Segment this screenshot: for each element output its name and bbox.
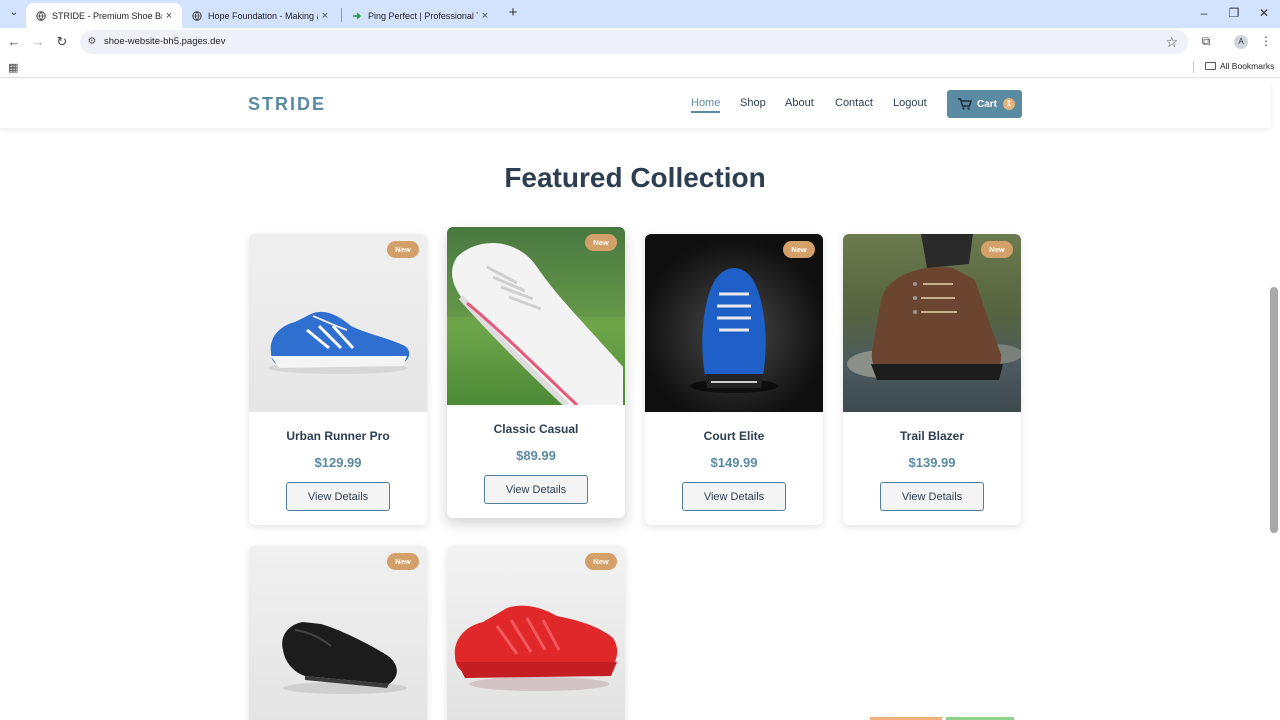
all-bookmarks-label: All Bookmarks <box>1220 61 1275 71</box>
globe-icon <box>36 10 46 21</box>
new-badge: New <box>387 553 419 570</box>
view-details-button[interactable]: View Details <box>484 475 588 504</box>
nav-about[interactable]: About <box>785 97 814 109</box>
new-badge: New <box>585 234 617 251</box>
tab-title: STRIDE - Premium Shoe Brand <box>52 10 162 21</box>
product-price: $89.99 <box>516 448 556 463</box>
cart-icon <box>958 98 972 110</box>
url-text: shoe-website-bh5.pages.dev <box>104 36 226 47</box>
product-image[interactable] <box>843 234 1021 412</box>
minimize-icon[interactable]: – <box>1197 6 1211 20</box>
restore-icon[interactable]: ❐ <box>1227 6 1241 20</box>
new-badge: New <box>387 241 419 258</box>
view-details-button[interactable]: View Details <box>286 482 390 511</box>
tab-title: Ping Perfect | Professional Train <box>368 10 478 21</box>
extensions-puzzle-icon[interactable]: ⧉ <box>1198 34 1214 49</box>
tab-search-chevron-icon[interactable]: ⌄ <box>6 5 22 21</box>
nav-home[interactable]: Home <box>691 97 721 113</box>
browser-tab-hope[interactable]: Hope Foundation - Making a Di × <box>182 3 338 28</box>
product-image[interactable] <box>249 546 427 720</box>
cart-button[interactable]: Cart 1 <box>947 90 1022 118</box>
close-tab-icon[interactable]: × <box>318 10 332 22</box>
section-title: Featured Collection <box>504 162 766 193</box>
browser-tab-ping[interactable]: Ping Perfect | Professional Train × <box>342 3 498 28</box>
product-name: Classic Casual <box>493 422 579 436</box>
profile-avatar[interactable]: A <box>1234 35 1248 49</box>
new-badge: New <box>585 553 617 570</box>
arrow-favicon-icon <box>352 11 362 21</box>
site-settings-icon[interactable]: ⚙ <box>86 36 98 48</box>
view-details-button[interactable]: View Details <box>880 482 984 511</box>
all-bookmarks-button[interactable]: All Bookmarks <box>1205 61 1274 71</box>
product-name: Court Elite <box>703 429 765 443</box>
back-arrow-icon[interactable]: ← <box>6 34 22 50</box>
more-menu-icon[interactable]: ⋮ <box>1258 34 1274 48</box>
product-card[interactable]: New <box>249 546 427 720</box>
product-price: $149.99 <box>710 455 758 470</box>
product-image[interactable] <box>447 227 625 405</box>
browser-toolbar: ← → ↻ ⚙ shoe-website-bh5.pages.dev ☆ ⧉ ⋮ <box>0 28 1280 56</box>
view-details-button[interactable]: View Details <box>682 482 786 511</box>
forward-arrow-icon[interactable]: → <box>30 34 46 50</box>
nav-shop[interactable]: Shop <box>740 97 766 109</box>
close-window-icon[interactable]: ✕ <box>1257 6 1271 20</box>
nav-contact[interactable]: Contact <box>835 97 873 109</box>
apps-grid-icon[interactable]: ▦ <box>8 61 18 74</box>
site-header: STRIDE Home Shop About Contact Logout Ca… <box>0 80 1270 128</box>
new-tab-plus-icon[interactable]: + <box>505 5 521 21</box>
nav-logout[interactable]: Logout <box>893 97 927 109</box>
cart-count-badge: 1 <box>1003 98 1016 110</box>
bookmark-divider <box>1193 61 1194 73</box>
folder-icon <box>1205 62 1216 70</box>
product-card[interactable]: New Classic Casual $89.99 View Details <box>447 227 625 518</box>
cart-label: Cart <box>977 98 998 110</box>
product-price: $129.99 <box>314 455 362 470</box>
page-viewport: STRIDE Home Shop About Contact Logout Ca… <box>0 80 1280 720</box>
globe-icon <box>192 10 202 21</box>
address-bar[interactable]: ⚙ shoe-website-bh5.pages.dev ☆ <box>80 30 1188 54</box>
product-name: Urban Runner Pro <box>286 429 390 443</box>
product-card[interactable]: New <box>447 546 625 720</box>
product-card[interactable]: New Court Elite $149.99 View Details <box>645 234 823 525</box>
new-badge: New <box>981 241 1013 258</box>
browser-tabstrip: ⌄ STRIDE - Premium Shoe Brand × Hope Fou… <box>0 0 1280 28</box>
reload-icon[interactable]: ↻ <box>54 34 70 50</box>
tab-title: Hope Foundation - Making a Di <box>208 10 318 21</box>
product-card[interactable]: New Trail Blazer $139.99 View Details <box>843 234 1021 525</box>
product-name: Trail Blazer <box>899 429 965 443</box>
product-image[interactable] <box>645 234 823 412</box>
browser-tab-stride[interactable]: STRIDE - Premium Shoe Brand × <box>26 3 182 28</box>
product-image[interactable] <box>447 546 625 720</box>
bookmarks-bar: ▦ All Bookmarks <box>0 56 1280 78</box>
new-badge: New <box>783 241 815 258</box>
page-scrollbar[interactable] <box>1270 287 1278 533</box>
product-price: $139.99 <box>908 455 956 470</box>
product-card[interactable]: New Urban Runner Pro $129.99 View Detail… <box>249 234 427 525</box>
close-tab-icon[interactable]: × <box>478 10 492 22</box>
product-image[interactable] <box>249 234 427 412</box>
close-tab-icon[interactable]: × <box>162 10 176 22</box>
site-logo[interactable]: STRIDE <box>248 94 326 115</box>
bookmark-star-icon[interactable]: ☆ <box>1165 34 1178 51</box>
